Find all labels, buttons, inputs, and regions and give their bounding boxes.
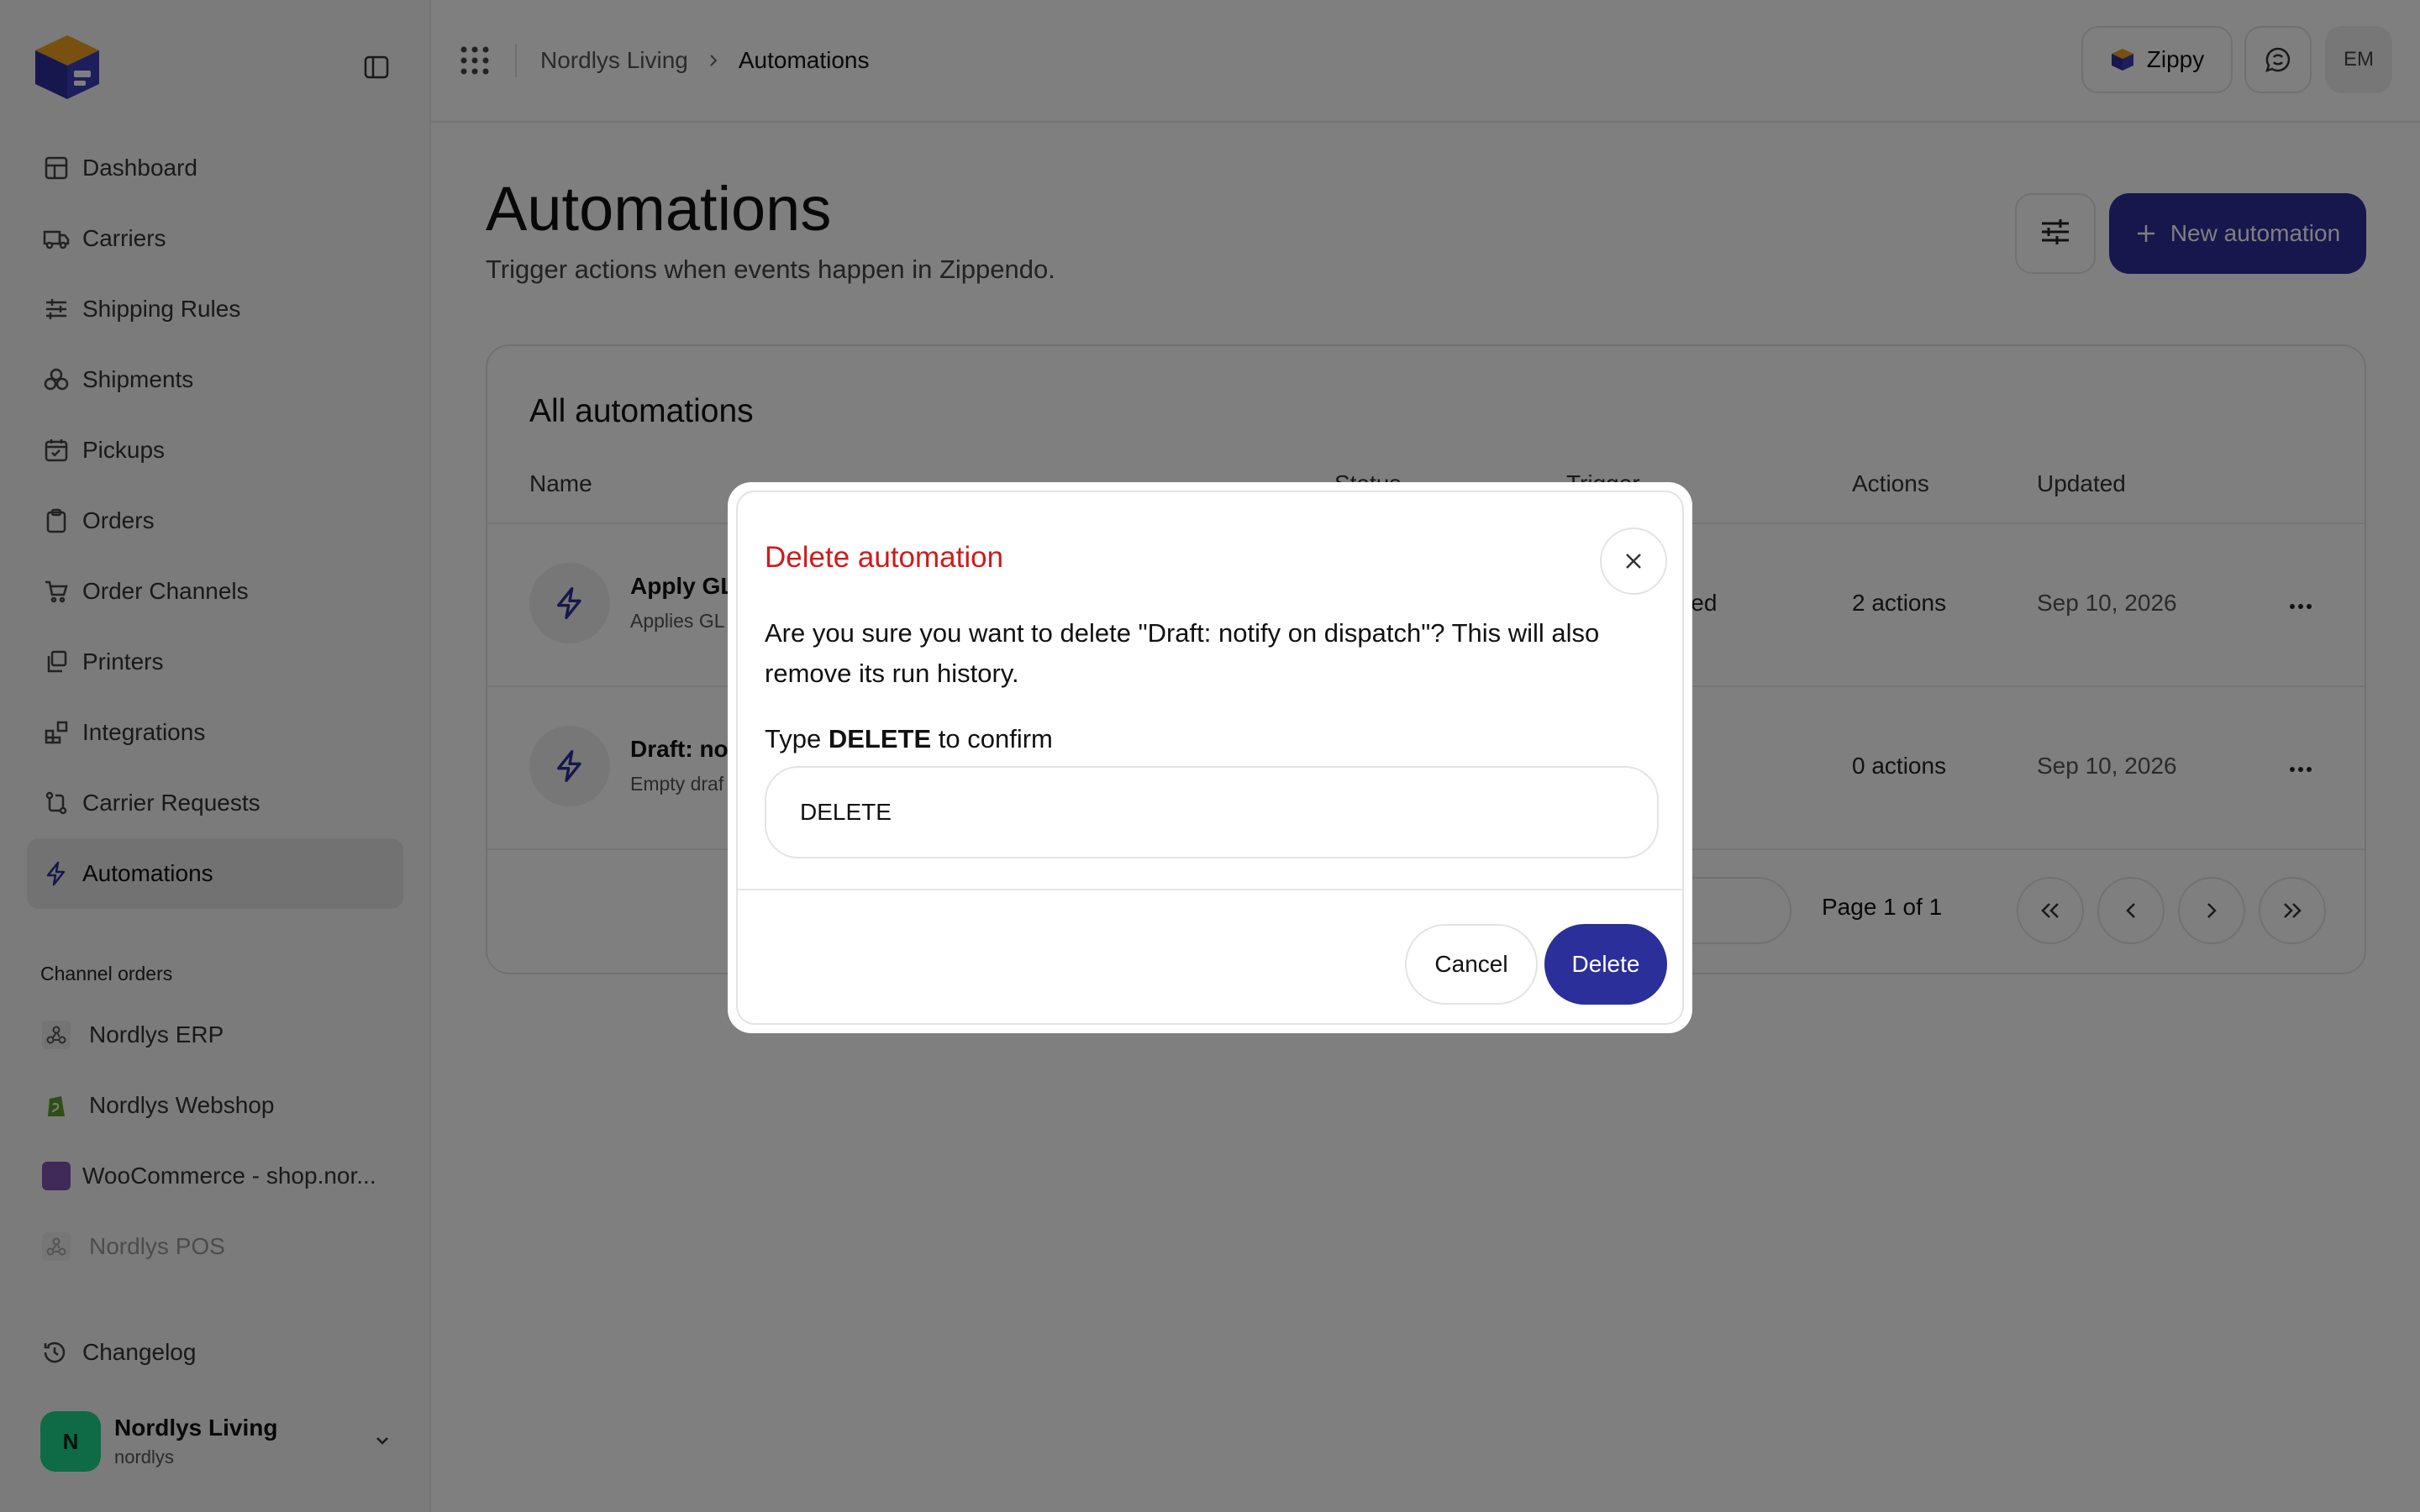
delete-automation-dialog: Delete automation Are you sure you want … bbox=[728, 482, 1692, 1033]
confirm-prefix: Type bbox=[765, 724, 822, 753]
dialog-title: Delete automation bbox=[765, 541, 1004, 574]
close-icon[interactable] bbox=[1600, 528, 1667, 595]
app: Dashboard Carriers Shipping Rules Shipme… bbox=[0, 0, 2420, 1512]
dialog-message: Are you sure you want to delete "Draft: … bbox=[765, 618, 1600, 688]
confirm-instruction: Type DELETE to confirm bbox=[765, 724, 1053, 754]
dialog-panel: Delete automation Are you sure you want … bbox=[736, 491, 1684, 1025]
confirm-delete-input[interactable] bbox=[765, 766, 1659, 858]
dialog-divider bbox=[738, 889, 1682, 890]
confirm-suffix: to confirm bbox=[938, 724, 1053, 753]
confirm-keyword: DELETE bbox=[828, 724, 932, 753]
delete-button[interactable]: Delete bbox=[1544, 924, 1667, 1005]
cancel-button[interactable]: Cancel bbox=[1405, 924, 1538, 1005]
